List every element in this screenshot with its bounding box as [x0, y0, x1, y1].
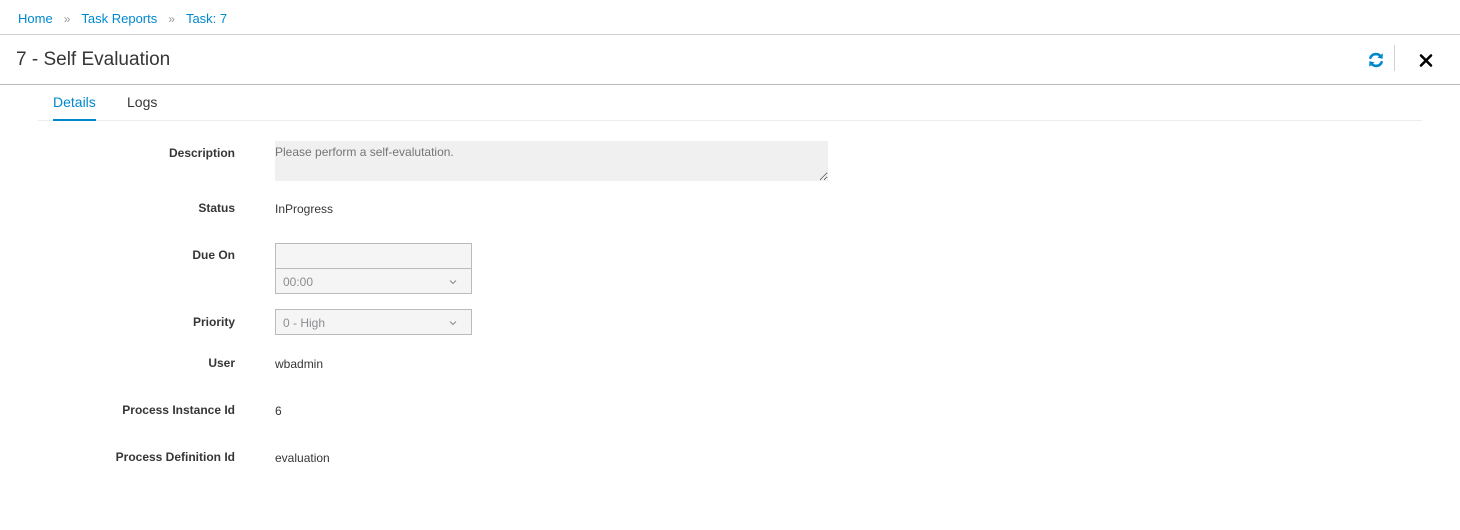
description-label: Description: [168, 146, 235, 160]
process-definition-id-label: Process Definition Id: [115, 450, 235, 464]
tab-bar: Details Logs: [38, 85, 1422, 121]
breadcrumb-task-link[interactable]: Task: 7: [186, 11, 227, 26]
status-label: Status: [198, 201, 235, 215]
process-instance-id-value: 6: [275, 404, 282, 418]
process-definition-id-value: evaluation: [275, 451, 330, 465]
priority-select[interactable]: 0 - High: [275, 309, 472, 335]
due-on-date-input[interactable]: [275, 243, 472, 269]
user-value: wbadmin: [275, 357, 324, 371]
description-textarea[interactable]: [275, 141, 828, 181]
process-instance-id-label: Process Instance Id: [122, 403, 235, 417]
page-title: 7 - Self Evaluation: [16, 49, 171, 70]
breadcrumb: Home » Task Reports » Task: 7: [18, 11, 227, 26]
chevron-down-icon: [449, 321, 457, 326]
breadcrumb-separator: »: [168, 11, 175, 26]
priority-value: 0 - High: [283, 316, 326, 330]
breadcrumb-home-link[interactable]: Home: [18, 11, 53, 26]
breadcrumb-separator: »: [63, 11, 71, 26]
breadcrumb-task-reports-link[interactable]: Task Reports: [81, 11, 157, 26]
user-label: User: [208, 356, 235, 370]
close-icon: [1419, 54, 1433, 67]
tab-details[interactable]: Details: [53, 94, 96, 121]
refresh-icon: [1369, 52, 1383, 68]
due-on-label: Due On: [192, 248, 235, 262]
due-on-time-value: 00:00: [283, 275, 314, 289]
header-divider: [1394, 45, 1395, 71]
status-value: InProgress: [275, 202, 334, 216]
title-bar: 7 - Self Evaluation: [0, 35, 1460, 84]
tab-logs[interactable]: Logs: [127, 94, 157, 121]
due-on-time-select[interactable]: 00:00: [275, 268, 472, 294]
chevron-down-icon: [449, 280, 457, 285]
priority-label: Priority: [192, 315, 235, 329]
close-button[interactable]: [1415, 48, 1437, 72]
refresh-button[interactable]: [1364, 48, 1388, 72]
